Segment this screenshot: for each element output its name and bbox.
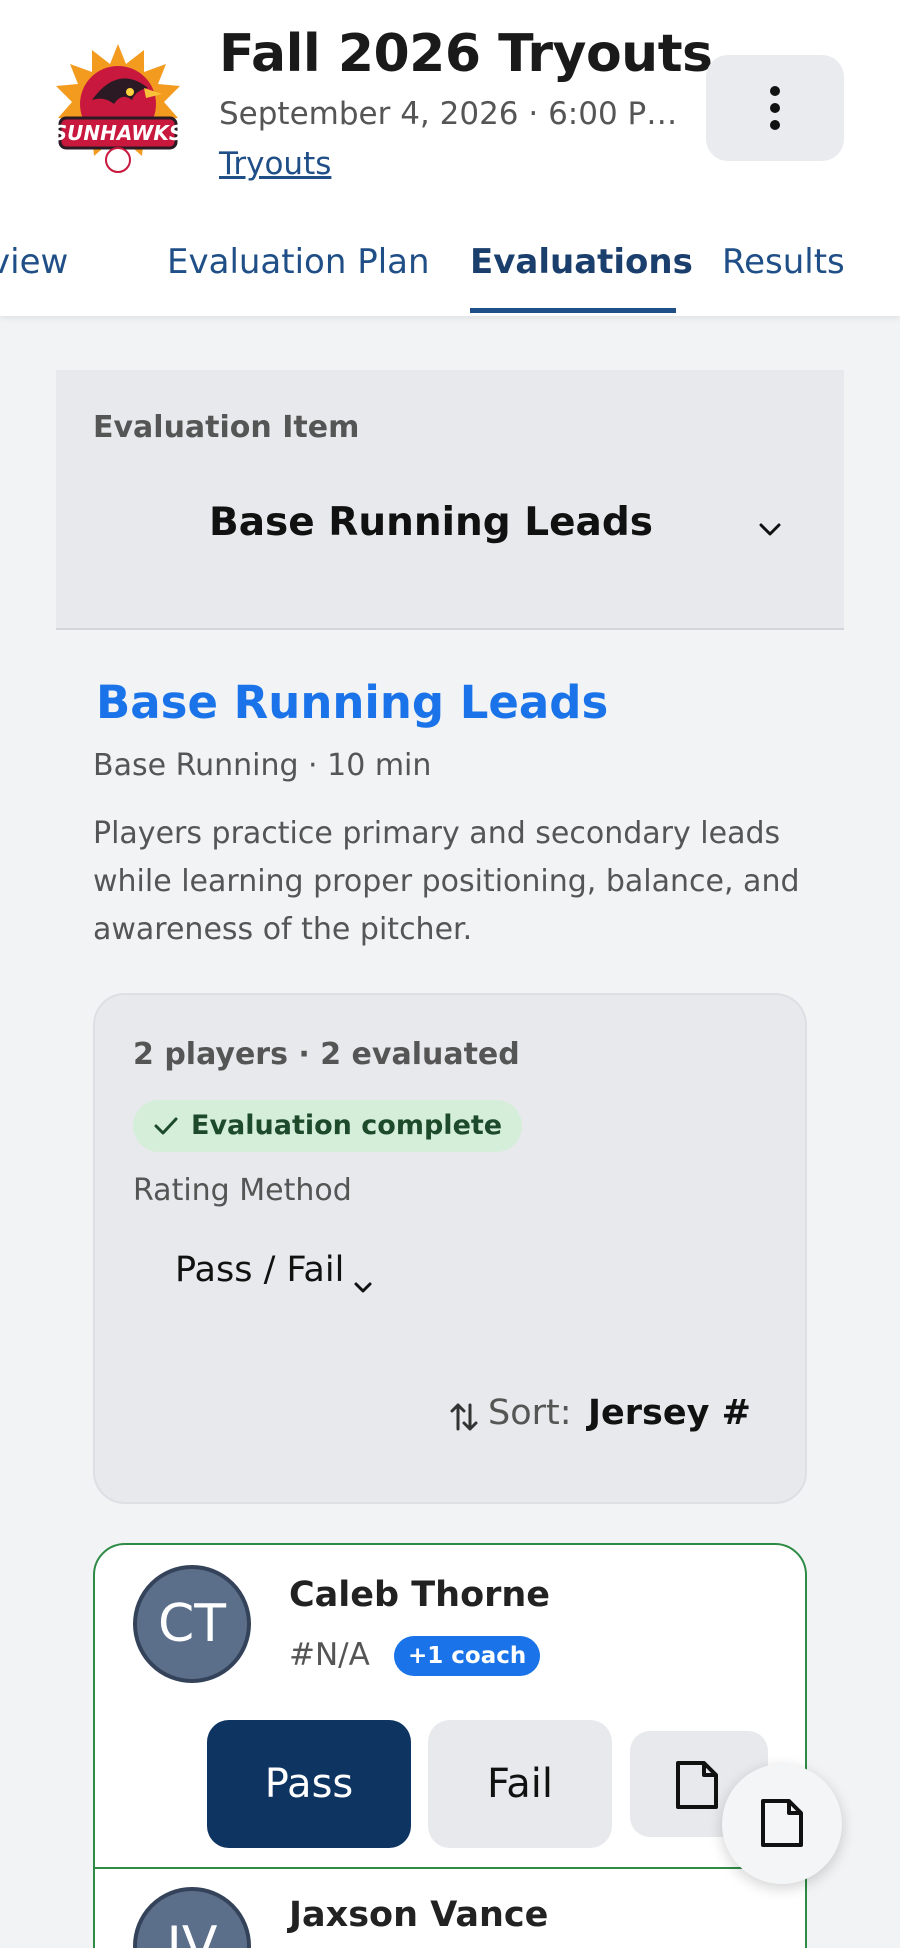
player-list: CT Caleb Thorne #N/A +1 coach Pass Fail … [93,1543,807,1948]
chevron-down-icon [354,1282,372,1293]
check-icon [154,1117,178,1135]
evaluated-count: 2 players · 2 evaluated [133,1037,520,1072]
evaluation-item-label: Evaluation Item [93,410,360,445]
avatar: CT [133,1565,251,1683]
sort-label: Sort: [488,1393,572,1433]
evaluation-summary-panel: 2 players · 2 evaluated Evaluation compl… [93,993,807,1504]
fail-button[interactable]: Fail [428,1720,612,1848]
pass-button[interactable]: Pass [207,1720,411,1848]
tab-overview[interactable]: view [0,242,68,282]
status-badge: Evaluation complete [133,1100,523,1152]
note-icon [761,1799,803,1847]
avatar: JV [133,1887,251,1948]
breadcrumb-link[interactable]: Tryouts [219,146,331,182]
tab-evaluation-plan[interactable]: Evaluation Plan [167,242,430,282]
item-description: Players practice primary and secondary l… [93,816,800,947]
player-name: Jaxson Vance [289,1895,549,1935]
sort-arrows-icon [450,1403,478,1431]
item-meta: Base Running · 10 min [93,748,432,783]
page-title: Fall 2026 Tryouts [219,24,713,84]
chevron-down-icon [759,523,781,536]
item-title: Base Running Leads [96,676,609,729]
sunhawks-logo: SUNHAWKS [53,44,183,173]
player-name: Caleb Thorne [289,1575,551,1615]
note-icon [676,1761,718,1809]
event-datetime: September 4, 2026 · 6:00 PM – … [219,96,701,132]
evaluation-item-card: Evaluation Item Base Running Leads [56,370,844,630]
page-header: SUNHAWKS Fall 2026 Tryouts September 4, … [0,0,900,316]
rating-method-select[interactable]: Pass / Fail [175,1250,344,1290]
tab-bar: view Evaluation Plan Evaluations Results [0,232,900,316]
coach-count-badge: +1 coach [394,1636,541,1676]
tab-results[interactable]: Results [722,242,845,282]
list-divider [95,1867,805,1869]
more-menu-button[interactable] [706,55,844,161]
active-tab-indicator [470,308,676,313]
sort-value: Jersey # [588,1393,751,1433]
logo-wordmark: SUNHAWKS [53,121,183,145]
vertical-dots-icon [770,86,780,130]
tab-evaluations[interactable]: Evaluations [470,242,693,282]
rating-method-label: Rating Method [133,1173,352,1208]
notes-fab[interactable] [722,1764,842,1884]
jersey-number: #N/A [289,1637,370,1673]
status-badge-label: Evaluation complete [191,1110,503,1141]
evaluation-item-select[interactable]: Base Running Leads [152,500,792,570]
evaluation-item-value: Base Running Leads [209,500,653,545]
